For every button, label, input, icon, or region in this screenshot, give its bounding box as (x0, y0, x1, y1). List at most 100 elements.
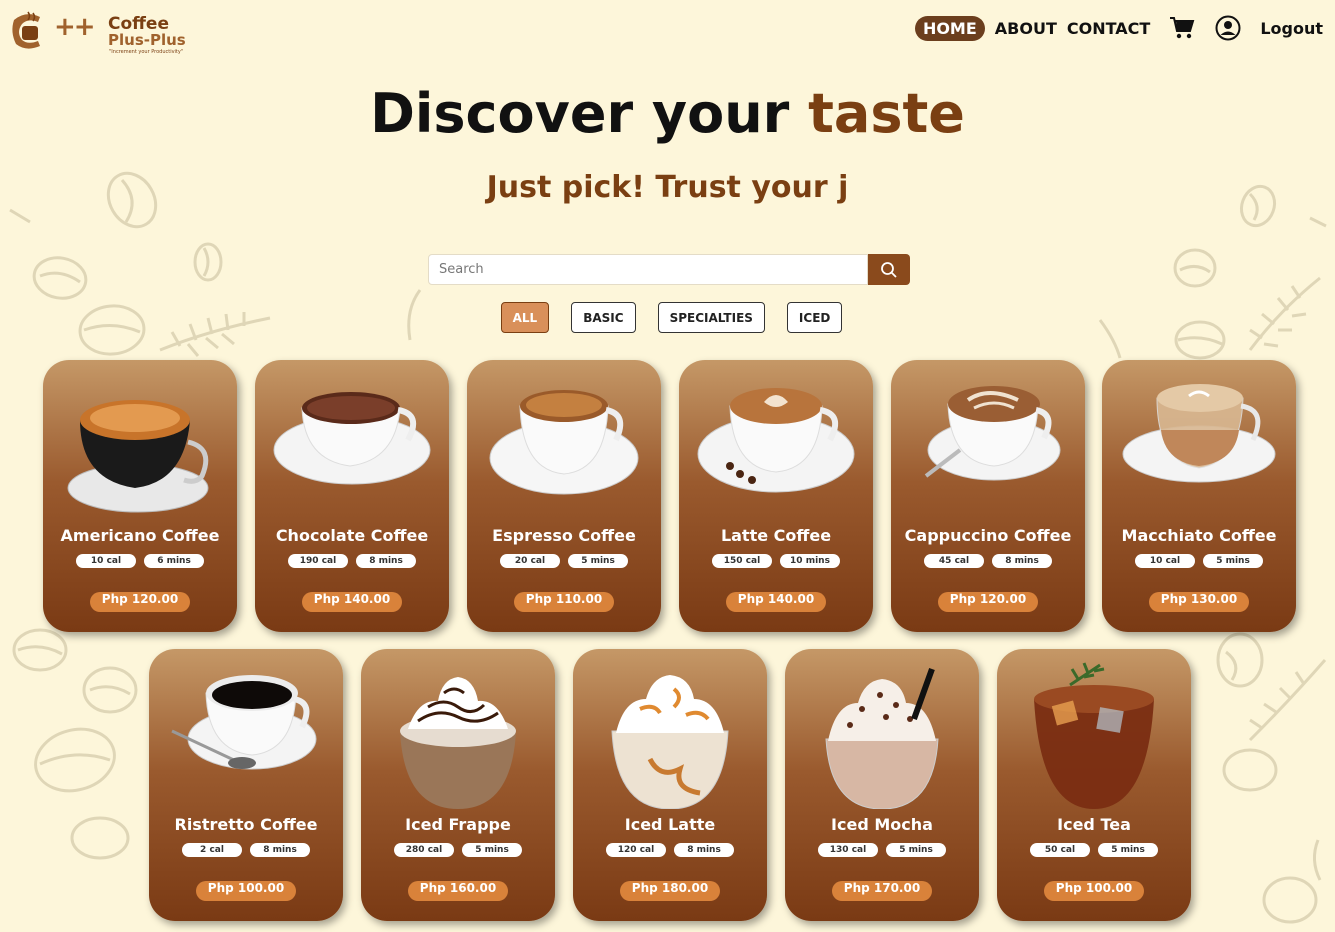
product-card[interactable]: Chocolate Coffee 190 cal 8 mins Php 140.… (255, 360, 449, 632)
calorie-badge: 10 cal (76, 554, 136, 568)
product-meta: 130 cal 5 mins (785, 843, 979, 857)
calorie-badge: 120 cal (606, 843, 666, 857)
product-card[interactable]: Iced Tea 50 cal 5 mins Php 100.00 (997, 649, 1191, 921)
price-tag: Php 130.00 (1149, 592, 1249, 612)
nav-about-link[interactable]: ABOUT (995, 19, 1057, 38)
filter-specialties-button[interactable]: SPECIALTIES (657, 302, 765, 333)
product-card[interactable]: Macchiato Coffee 10 cal 5 mins Php 130.0… (1102, 360, 1296, 632)
search-bar (428, 254, 910, 285)
logo-plus-symbol: ++ (54, 12, 96, 42)
price-tag: Php 120.00 (938, 592, 1038, 612)
price-tag: Php 110.00 (514, 592, 614, 612)
prep-time-badge: 5 mins (462, 843, 522, 857)
filter-all-button[interactable]: ALL (500, 302, 550, 333)
product-meta: 10 cal 6 mins (43, 554, 237, 568)
nav-contact-link[interactable]: CONTACT (1067, 19, 1150, 38)
title-accent-text: taste (808, 82, 965, 145)
iced-mocha-image (825, 667, 939, 809)
price-tag: Php 140.00 (726, 592, 826, 612)
filter-basic-button[interactable]: BASIC (571, 302, 636, 333)
product-name: Iced Latte (624, 815, 716, 834)
search-icon (881, 261, 897, 278)
logout-link[interactable]: Logout (1260, 19, 1323, 38)
prep-time-badge: 5 mins (568, 554, 628, 568)
filter-iced-button[interactable]: ICED (786, 302, 843, 333)
product-name: Americano Coffee (60, 526, 220, 545)
product-name: Macchiato Coffee (1121, 526, 1277, 545)
product-meta: 10 cal 5 mins (1102, 554, 1296, 568)
product-card[interactable]: Americano Coffee 10 cal 6 mins Php 120.0… (43, 360, 237, 632)
product-name: Espresso Coffee (492, 526, 636, 545)
americano-cup-image (67, 400, 209, 513)
prep-time-badge: 5 mins (886, 843, 946, 857)
product-name: Iced Frappe (405, 815, 511, 834)
prep-time-badge: 5 mins (1098, 843, 1158, 857)
prep-time-badge: 8 mins (250, 843, 310, 857)
product-name: Ristretto Coffee (174, 815, 318, 834)
search-button[interactable] (868, 254, 910, 285)
product-meta: 150 cal 10 mins (679, 554, 873, 568)
top-navigation-bar: ++ Coffee Plus-Plus "Increment your Prod… (0, 0, 1335, 58)
iced-latte-image (611, 675, 729, 809)
product-meta: 45 cal 8 mins (891, 554, 1085, 568)
prep-time-badge: 8 mins (992, 554, 1052, 568)
calorie-badge: 150 cal (712, 554, 772, 568)
price-tag: Php 100.00 (196, 881, 296, 901)
product-meta: 50 cal 5 mins (997, 843, 1191, 857)
product-meta: 20 cal 5 mins (467, 554, 661, 568)
ristretto-cup-image (171, 675, 317, 770)
price-tag: Php 140.00 (302, 592, 402, 612)
calorie-badge: 130 cal (818, 843, 878, 857)
brand-tagline: "Increment your Productivity" (109, 49, 184, 55)
cappuccino-cup-image (924, 386, 1061, 481)
price-tag: Php 160.00 (408, 881, 508, 901)
price-tag: Php 120.00 (90, 592, 190, 612)
product-name: Iced Tea (1057, 815, 1131, 834)
page-title: Discover your taste (0, 82, 1335, 145)
calorie-badge: 45 cal (924, 554, 984, 568)
product-name: Chocolate Coffee (275, 526, 429, 545)
product-meta: 190 cal 8 mins (255, 554, 449, 568)
category-filters: ALL BASIC SPECIALTIES ICED (0, 302, 1335, 333)
cart-icon[interactable] (1168, 14, 1196, 42)
product-card[interactable]: Espresso Coffee 20 cal 5 mins Php 110.00 (467, 360, 661, 632)
prep-time-badge: 6 mins (144, 554, 204, 568)
prep-time-badge: 10 mins (780, 554, 840, 568)
prep-time-badge: 5 mins (1203, 554, 1263, 568)
product-card[interactable]: Latte Coffee 150 cal 10 mins Php 140.00 (679, 360, 873, 632)
espresso-cup-image (489, 390, 639, 495)
product-card[interactable]: Cappuccino Coffee 45 cal 8 mins Php 120.… (891, 360, 1085, 632)
prep-time-badge: 8 mins (674, 843, 734, 857)
price-tag: Php 180.00 (620, 881, 720, 901)
iced-tea-image (1034, 662, 1154, 809)
product-meta: 280 cal 5 mins (361, 843, 555, 857)
price-tag: Php 100.00 (1044, 881, 1144, 901)
calorie-badge: 10 cal (1135, 554, 1195, 568)
brand-name-line1: Coffee (108, 14, 169, 34)
calorie-badge: 190 cal (288, 554, 348, 568)
page-subtitle: Just pick! Trust your j (486, 170, 849, 205)
calorie-badge: 50 cal (1030, 843, 1090, 857)
product-card[interactable]: Iced Frappe 280 cal 5 mins Php 160.00 (361, 649, 555, 921)
product-card[interactable]: Ristretto Coffee 2 cal 8 mins Php 100.00 (149, 649, 343, 921)
product-meta: 120 cal 8 mins (573, 843, 767, 857)
latte-cup-image (697, 388, 855, 493)
brand-name-line2: Plus-Plus (108, 31, 186, 49)
product-meta: 2 cal 8 mins (149, 843, 343, 857)
nav-home-link[interactable]: HOME (914, 15, 985, 41)
coffee-cup-logo-icon (12, 11, 40, 49)
user-circle-icon[interactable] (1214, 14, 1242, 42)
product-card[interactable]: Iced Mocha 130 cal 5 mins Php 170.00 (785, 649, 979, 921)
prep-time-badge: 8 mins (356, 554, 416, 568)
calorie-badge: 20 cal (500, 554, 560, 568)
brand-logo[interactable]: ++ Coffee Plus-Plus "Increment your Prod… (8, 6, 198, 55)
price-tag: Php 170.00 (832, 881, 932, 901)
product-name: Iced Mocha (831, 815, 933, 834)
search-input[interactable] (428, 254, 868, 285)
calorie-badge: 280 cal (394, 843, 454, 857)
macchiato-cup-image (1122, 384, 1276, 483)
product-card[interactable]: Iced Latte 120 cal 8 mins Php 180.00 (573, 649, 767, 921)
product-name: Latte Coffee (720, 526, 832, 545)
product-name: Cappuccino Coffee (904, 526, 1072, 545)
calorie-badge: 2 cal (182, 843, 242, 857)
